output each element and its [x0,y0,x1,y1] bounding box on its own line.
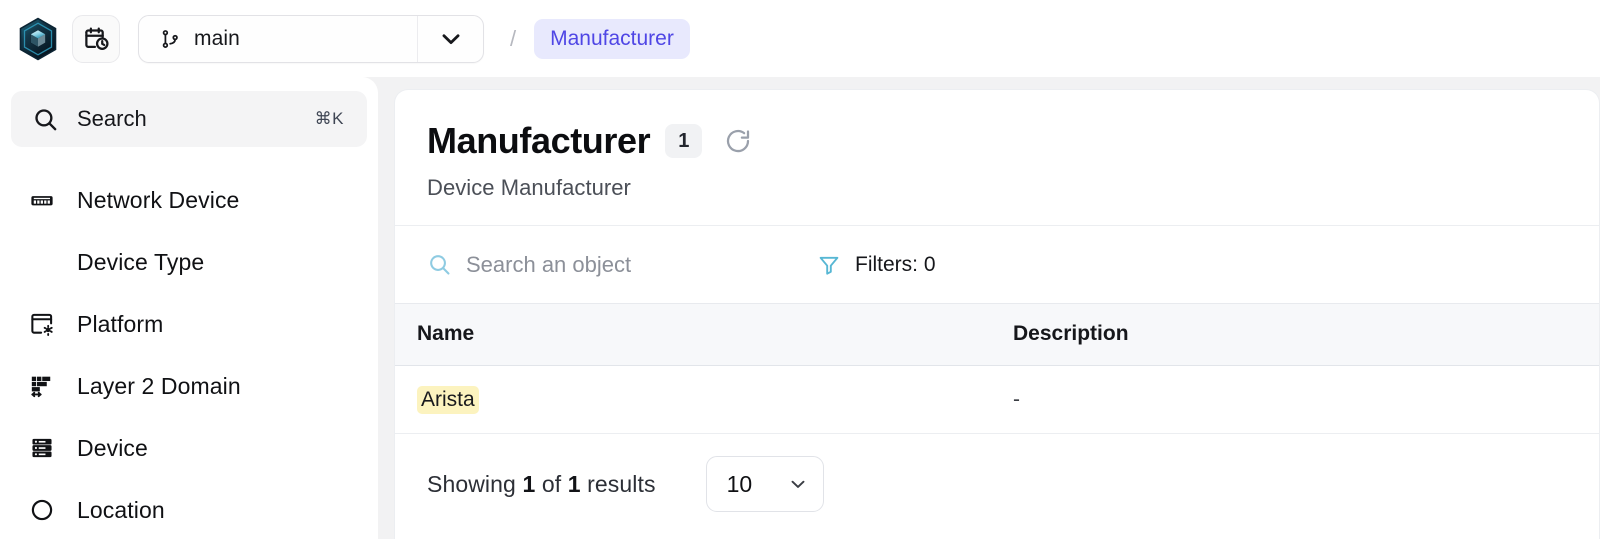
sidebar-item-device[interactable]: Device [11,417,367,479]
filter-bar: Search an object Filters: 0 [395,225,1599,303]
results-summary: Showing 1 of 1 results [427,471,656,498]
sidebar-item-label: Location [77,496,165,523]
title-row: Manufacturer 1 [427,120,1567,162]
branch-selector-main[interactable]: main [139,16,417,62]
column-header-description[interactable]: Description [1005,303,1599,366]
switch-icon [29,187,55,213]
column-header-name[interactable]: Name [395,303,1005,366]
breadcrumb-current[interactable]: Manufacturer [534,18,690,59]
filter-icon [819,256,839,275]
sidebar-item-label: Device Type [77,248,205,275]
table-body: Arista - [395,365,1599,434]
refresh-icon [727,129,750,153]
object-list-panel: Manufacturer 1 Device Manufacturer Searc… [394,89,1600,539]
sidebar-item-label: Device [77,434,148,461]
page-subtitle: Device Manufacturer [427,175,631,200]
panel-header: Manufacturer 1 Device Manufacturer [395,90,1599,225]
sidebar-search-button[interactable]: Search ⌘K [11,91,367,147]
page-title: Manufacturer [427,120,651,161]
history-time-travel-button[interactable] [72,14,120,63]
showing-count: 1 [522,470,536,497]
main-area: Manufacturer 1 Device Manufacturer Searc… [378,77,1600,539]
cell-name: Arista [395,365,1005,434]
table-row[interactable]: Arista - [395,365,1599,434]
sidebar-item-label: Platform [77,310,164,337]
branch-name: main [194,26,240,50]
object-count-badge: 1 [665,124,703,158]
sidebar-item-label: Network Device [77,186,240,213]
search-icon [35,108,57,130]
sidebar-item-location[interactable]: Location [11,479,367,539]
sidebar-search-shortcut: ⌘K [314,109,344,128]
location-pin-icon [29,497,55,523]
table-head: Name Description [395,303,1599,366]
server-icon [29,435,55,461]
app-logo[interactable] [16,17,60,61]
sidebar-search-label: Search [77,106,147,131]
sidebar-item-device-type[interactable]: Device Type [11,231,367,293]
body-wrapper: Search ⌘K Network Device Device Type Pla… [0,77,1600,539]
objects-table: Name Description Arista - [395,303,1599,434]
search-icon [430,255,450,275]
breadcrumb-separator: / [510,25,517,51]
sidebar-item-network-device[interactable]: Network Device [11,169,367,231]
sidebar-item-platform[interactable]: Platform [11,293,367,355]
refresh-button[interactable] [721,124,755,158]
calendar-clock-icon [84,27,109,50]
showing-total: 1 [567,470,581,497]
sidebar-item-label: Layer 2 Domain [77,372,241,399]
branch-selector[interactable]: main [138,14,484,63]
infrahub-cube-logo-icon [19,17,57,60]
page-size-select[interactable]: 10 [705,456,824,512]
window-settings-icon [29,311,55,337]
top-bar: main / Manufacturer [0,0,1600,77]
cell-description: - [1005,365,1599,434]
object-search-placeholder: Search an object [466,251,632,277]
page-size-value: 10 [726,470,753,497]
pagination-footer: Showing 1 of 1 results 10 [395,434,1599,512]
chevron-down-icon [791,480,805,488]
chevron-down-icon [442,33,459,44]
object-search-input[interactable]: Search an object [427,252,807,278]
layer2-icon [29,373,55,399]
filters-label: Filters: 0 [855,252,936,276]
showing-suffix: results [587,470,656,497]
app-root: main / Manufacturer Search ⌘K Network De… [0,0,1600,539]
sidebar: Search ⌘K Network Device Device Type Pla… [0,77,378,539]
sidebar-item-layer-2-domain[interactable]: Layer 2 Domain [11,355,367,417]
name-highlight: Arista [417,385,479,414]
filters-button[interactable]: Filters: 0 [817,253,936,277]
git-branch-icon [162,29,178,48]
branch-dropdown-toggle[interactable] [417,15,483,62]
showing-mid: of [541,470,562,497]
table-header-row: Name Description [395,303,1599,366]
showing-prefix: Showing [427,470,516,497]
